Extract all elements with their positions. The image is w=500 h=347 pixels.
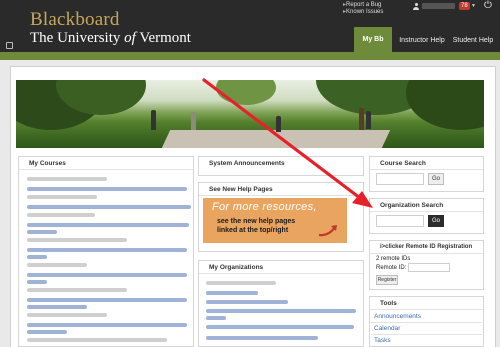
logo-uni-prefix: The University bbox=[30, 30, 121, 46]
course-instructor bbox=[27, 338, 167, 342]
course-instructor bbox=[27, 263, 87, 267]
org-link[interactable] bbox=[206, 309, 356, 313]
iclicker-title: i>clicker Remote ID Registration bbox=[370, 241, 483, 254]
org-link[interactable] bbox=[206, 336, 318, 340]
tool-tasks-link[interactable]: Tasks bbox=[374, 337, 391, 344]
course-intro-text bbox=[27, 177, 107, 181]
course-link[interactable] bbox=[27, 230, 57, 234]
help-pages-title: See New Help Pages bbox=[199, 183, 363, 196]
curved-arrow-icon bbox=[318, 225, 337, 237]
tool-calendar-link[interactable]: Calendar bbox=[374, 325, 400, 332]
org-link[interactable] bbox=[206, 291, 258, 295]
tool-divider bbox=[371, 322, 482, 323]
course-search-go-button[interactable]: Go bbox=[428, 173, 444, 185]
chevron-down-icon[interactable]: ▼ bbox=[471, 3, 476, 9]
iclicker-remote-count: 2 remote IDs bbox=[376, 256, 411, 262]
course-link[interactable] bbox=[27, 280, 47, 284]
course-instructor bbox=[27, 238, 127, 242]
course-link[interactable] bbox=[27, 305, 87, 309]
report-bug-link[interactable]: Report a Bug bbox=[343, 2, 383, 9]
register-button[interactable]: Register bbox=[376, 275, 398, 285]
course-search-title: Course Search bbox=[370, 157, 483, 170]
remote-id-label: Remote ID: bbox=[376, 265, 407, 271]
tab-my-bb[interactable]: My Bb bbox=[354, 27, 392, 52]
blackboard-logo-text[interactable]: Blackboard bbox=[30, 9, 120, 31]
help-pages-promo-banner[interactable]: For more resources, see the new help pag… bbox=[203, 198, 347, 243]
my-courses-title: My Courses bbox=[19, 157, 193, 170]
org-link[interactable] bbox=[206, 325, 354, 329]
course-instructor bbox=[27, 213, 95, 217]
organization-search-input[interactable] bbox=[376, 215, 424, 227]
my-organizations-title: My Organizations bbox=[199, 261, 363, 274]
tool-announcements-link[interactable]: Announcements bbox=[374, 313, 421, 320]
course-link[interactable] bbox=[27, 255, 47, 259]
user-name-blurred[interactable] bbox=[422, 3, 455, 9]
promo-headline: For more resources, bbox=[212, 201, 317, 213]
header-accent-bar bbox=[0, 52, 500, 60]
organization-search-go-button[interactable]: Go bbox=[428, 215, 444, 227]
header-links: Report a Bug Known Issues bbox=[343, 2, 383, 16]
top-header: Blackboard The University of Vermont Rep… bbox=[0, 0, 500, 60]
course-instructor bbox=[27, 288, 127, 292]
course-link[interactable] bbox=[27, 223, 189, 227]
user-icon[interactable] bbox=[413, 3, 419, 10]
remote-id-input[interactable] bbox=[408, 263, 450, 272]
course-search-input[interactable] bbox=[376, 173, 424, 185]
course-link[interactable] bbox=[27, 330, 67, 334]
organization-search-title: Organization Search bbox=[370, 199, 483, 212]
power-logout-icon[interactable]: ⏻ bbox=[484, 1, 492, 11]
course-link[interactable] bbox=[27, 205, 191, 209]
logo-uni-of: of bbox=[124, 30, 136, 46]
org-link[interactable] bbox=[206, 316, 226, 320]
org-link[interactable] bbox=[206, 300, 288, 304]
org-intro-text bbox=[206, 281, 276, 285]
course-instructor bbox=[27, 313, 107, 317]
promo-line-2: see the new help pages bbox=[217, 218, 296, 225]
logo-uni-suffix: Vermont bbox=[139, 30, 191, 46]
course-link[interactable] bbox=[27, 273, 187, 277]
university-logo-text[interactable]: The University of Vermont bbox=[30, 30, 191, 47]
tab-student-help[interactable]: Student Help bbox=[448, 30, 498, 52]
tools-title: Tools bbox=[370, 297, 483, 310]
course-link[interactable] bbox=[27, 248, 187, 252]
promo-line-3: linked at the top/right bbox=[217, 227, 289, 234]
course-link[interactable] bbox=[27, 323, 187, 327]
menu-toggle-icon[interactable] bbox=[6, 42, 13, 49]
course-link[interactable] bbox=[27, 298, 187, 302]
notification-badge[interactable]: 78 bbox=[459, 2, 470, 10]
campus-banner-photo bbox=[16, 80, 484, 148]
system-announcements-module: System Announcements bbox=[198, 156, 364, 176]
system-announcements-title: System Announcements bbox=[209, 160, 285, 167]
tab-instructor-help[interactable]: Instructor Help bbox=[396, 30, 448, 52]
tool-divider bbox=[371, 334, 482, 335]
known-issues-link[interactable]: Known Issues bbox=[343, 9, 383, 16]
course-link[interactable] bbox=[27, 187, 187, 191]
course-instructor bbox=[27, 195, 97, 199]
